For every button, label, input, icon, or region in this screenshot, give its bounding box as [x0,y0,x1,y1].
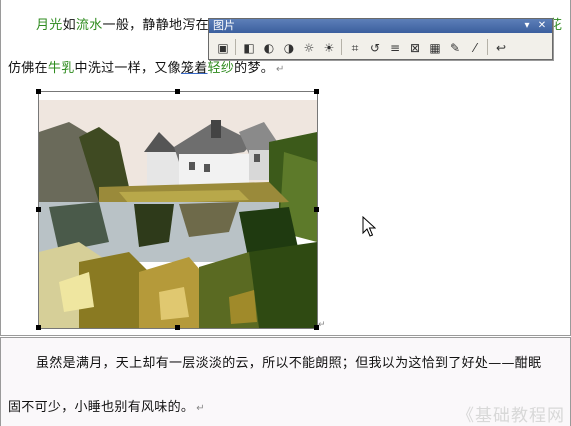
resize-handle-top-left[interactable] [36,89,41,94]
text-run: 流水 [75,18,103,33]
text-run: 固不可少，小睡也别有风味的。 [8,400,195,415]
text-run: 仿佛在 [8,61,48,76]
selected-picture[interactable] [38,91,318,329]
text-wrapping-icon[interactable]: ▦ [425,38,445,58]
toolbar-buttons: ▣ ◧ ◐ ◑ ☼ ☀ ⌗ ↺ ≡ ⊠ ▦ ✎ ⁄ ↩ [211,36,549,58]
resize-handle-bottom[interactable] [175,325,180,330]
toolbar-separator [235,39,236,55]
toolbar-title: 图片 [213,19,235,32]
text-line-3[interactable]: 虽然是满月，天上却有一层淡淡的云，所以不能朗照；但我以为这恰到了好处——酣眠 [36,352,541,371]
chevron-down-icon[interactable]: ▾ [521,20,533,32]
crop-icon[interactable]: ⌗ [345,38,365,58]
rotate-left-icon[interactable]: ↺ [365,38,385,58]
text-run: 中洗过一样，又像 [74,61,181,76]
toolbar-separator [341,39,342,55]
toolbar-title-bar[interactable]: 图片 ▾ ✕ [209,19,552,33]
toolbar-separator [487,39,488,55]
text-run: 月光 [36,18,63,33]
resize-handle-top[interactable] [175,89,180,94]
watermark: 《基础教程网 [457,406,565,426]
mouse-pointer-icon [362,216,376,237]
paragraph-mark: ↵ [276,64,285,75]
color-icon[interactable]: ◧ [239,38,259,58]
resize-handle-top-right[interactable] [314,89,319,94]
text-run: 如 [62,18,76,33]
text-run: 牛乳 [47,61,75,76]
less-brightness-icon[interactable]: ☀ [319,38,339,58]
less-contrast-icon[interactable]: ◑ [279,38,299,58]
resize-handle-bottom-left[interactable] [36,325,41,330]
reset-picture-icon[interactable]: ↩ [491,38,511,58]
text-line-1[interactable]: 月光如流水一般，静静地泻在 [36,14,209,33]
resize-handle-right[interactable] [314,207,319,212]
document-page: 月光如流水一般，静静地泻在 花 仿佛在牛乳中洗过一样，又像笼着轻纱的梦。 ↵ ↵… [0,0,571,426]
compress-picture-icon[interactable]: ⊠ [405,38,425,58]
insert-picture-icon[interactable]: ▣ [213,38,233,58]
resize-handle-left[interactable] [36,207,41,212]
text-run: 轻纱 [207,61,235,76]
text-run: 的梦。 [234,61,275,76]
more-brightness-icon[interactable]: ☼ [299,38,319,58]
text-line-4[interactable]: 固不可少，小睡也别有风味的。 ↵ [8,396,205,415]
picture-toolbar[interactable]: 图片 ▾ ✕ ▣ ◧ ◐ ◑ ☼ ☀ ⌗ ↺ ≡ ⊠ ▦ ✎ ⁄ ↩ [208,18,553,60]
line-style-icon[interactable]: ≡ [385,38,405,58]
close-icon[interactable]: ✕ [536,20,548,32]
text-run: 一般，静静地泻在 [102,18,209,33]
text-run: 笼着 [180,61,208,76]
paragraph-mark: ↵ [196,403,205,414]
format-picture-icon[interactable]: ✎ [445,38,465,58]
more-contrast-icon[interactable]: ◐ [259,38,279,58]
landscape-picture [39,92,317,328]
set-transparent-color-icon[interactable]: ⁄ [465,38,485,58]
paragraph-mark: ↵ [318,320,326,330]
